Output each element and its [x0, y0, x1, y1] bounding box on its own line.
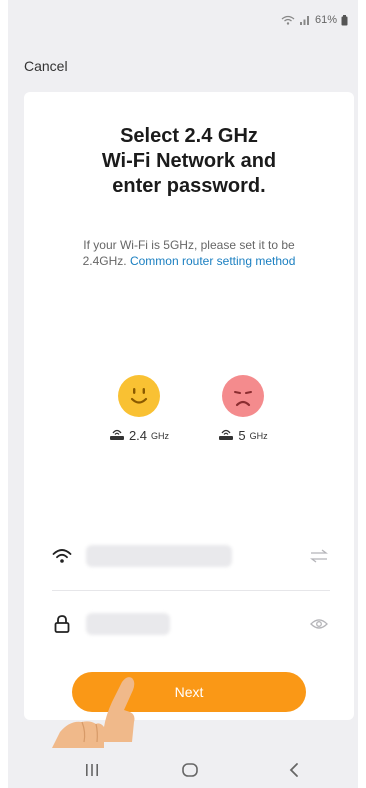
band-unit: GHz — [151, 430, 170, 441]
back-icon[interactable] — [282, 758, 306, 782]
lock-icon — [50, 612, 74, 636]
router-setting-link[interactable]: Common router setting method — [130, 254, 295, 268]
smiley-sad-icon — [222, 375, 264, 417]
wifi-icon — [50, 544, 74, 568]
home-icon[interactable] — [178, 758, 202, 782]
password-field[interactable] — [50, 604, 330, 644]
system-nav-bar — [8, 748, 358, 788]
band-option-2-4ghz: 2.4 GHz — [99, 375, 179, 444]
status-bar: 61% — [8, 0, 358, 38]
band-option-5ghz: 5 GHz — [203, 375, 283, 444]
eye-icon[interactable] — [308, 613, 330, 635]
cancel-button[interactable]: Cancel — [24, 58, 68, 74]
title-line: Wi-Fi Network and — [101, 150, 277, 172]
page-title: Select 2.4 GHz Wi-Fi Network and enter p… — [24, 124, 354, 199]
status-icons: 61% — [281, 14, 348, 26]
swap-arrows-icon[interactable] — [308, 545, 330, 567]
wifi-network-field[interactable] — [50, 536, 330, 576]
screen: 61% Cancel Select 2.4 GHz Wi-Fi Network … — [0, 0, 366, 788]
recent-apps-icon[interactable] — [80, 758, 104, 782]
band-instructions: If your Wi-Fi is 5GHz, please set it to … — [62, 237, 316, 269]
band-value: 2.4 — [128, 428, 148, 443]
wifi-setup-card: Select 2.4 GHz Wi-Fi Network and enter p… — [24, 92, 354, 720]
router-icon — [109, 427, 125, 444]
wifi-status-icon — [281, 15, 295, 25]
title-line: Select 2.4 GHz — [120, 125, 258, 147]
battery-icon — [341, 14, 348, 26]
signal-icon — [299, 15, 311, 25]
band-unit: GHz — [249, 430, 268, 441]
band-label-5ghz: 5 GHz — [203, 427, 283, 444]
band-value: 5 — [238, 428, 246, 443]
band-label-2-4ghz: 2.4 GHz — [99, 427, 179, 444]
field-divider — [52, 590, 330, 591]
smiley-happy-icon — [118, 375, 160, 417]
router-icon — [218, 427, 234, 444]
battery-percent: 61% — [314, 14, 337, 26]
wifi-network-value — [86, 545, 232, 567]
password-value — [86, 613, 170, 635]
pointing-hand-icon — [52, 672, 152, 757]
title-line: enter password. — [112, 175, 266, 197]
